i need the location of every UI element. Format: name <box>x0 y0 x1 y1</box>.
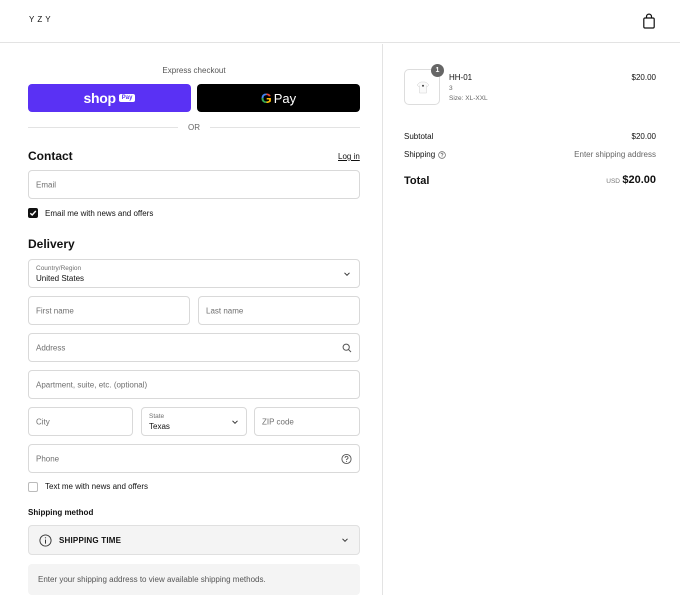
contact-heading: Contact <box>28 149 73 163</box>
total-label: Total <box>404 175 430 187</box>
subtotal-value: $20.00 <box>631 132 656 141</box>
apartment-placeholder: Apartment, suite, etc. (optional) <box>36 380 148 389</box>
chevron-down-icon <box>342 538 348 543</box>
shipping-label: Shipping <box>404 150 436 159</box>
search-icon[interactable] <box>342 343 352 353</box>
or-divider: OR <box>28 123 360 133</box>
state-label: State <box>149 413 165 420</box>
country-label: Country/Region <box>36 265 82 272</box>
shop-pay-badge: Pay <box>118 94 136 102</box>
delivery-heading: Delivery <box>28 237 75 251</box>
google-pay-wordmark: Pay <box>273 90 297 106</box>
help-icon[interactable] <box>438 151 446 159</box>
store-logo[interactable]: YZY <box>29 15 54 24</box>
last-name-field[interactable]: Last name <box>198 296 360 325</box>
sms-opt-in-label: Text me with news and offers <box>45 482 149 491</box>
first-name-placeholder: First name <box>36 306 74 315</box>
divider-line-right <box>210 127 360 128</box>
info-icon <box>39 534 52 547</box>
shipping-time-title: SHIPPING TIME <box>59 536 122 545</box>
email-opt-in-label: Email me with news and offers <box>45 209 154 218</box>
address-field[interactable]: Address <box>28 333 360 362</box>
subtotal-label: Subtotal <box>404 132 434 141</box>
quantity-badge: 1 <box>431 64 444 77</box>
chevron-down-icon <box>232 419 238 424</box>
apartment-field[interactable]: Apartment, suite, etc. (optional) <box>28 370 360 399</box>
google-g-icon: G <box>260 90 272 106</box>
express-checkout-label: Express checkout <box>162 66 226 75</box>
shipping-time-accordion[interactable]: SHIPPING TIME <box>28 525 360 555</box>
checkout-form-column: Express checkout shop Pay G Pay OR Conta… <box>0 44 382 595</box>
help-icon[interactable] <box>341 453 352 464</box>
first-name-field[interactable]: First name <box>28 296 190 325</box>
phone-placeholder: Phone <box>36 454 60 463</box>
item-variant: 3 <box>449 85 453 92</box>
total-value: $20.00 <box>622 174 656 186</box>
last-name-placeholder: Last name <box>206 306 244 315</box>
item-price: $20.00 <box>631 73 656 82</box>
currency-code: USD <box>606 178 620 185</box>
shopping-bag-icon[interactable] <box>642 13 656 29</box>
email-field[interactable]: Email <box>28 170 360 199</box>
shipping-methods-notice: Enter your shipping address to view avai… <box>28 564 360 595</box>
address-placeholder: Address <box>36 343 66 352</box>
zip-placeholder: ZIP code <box>262 417 294 426</box>
checkmark-icon <box>29 210 37 217</box>
shipping-notice-text: Enter your shipping address to view avai… <box>38 575 266 584</box>
shipping-method-heading: Shipping method <box>28 508 94 517</box>
country-select[interactable]: Country/Region United States <box>28 259 360 288</box>
zip-field[interactable]: ZIP code <box>254 407 360 436</box>
shop-pay-wordmark: shop <box>83 90 117 106</box>
shop-pay-button[interactable]: shop Pay <box>28 84 191 112</box>
city-field[interactable]: City <box>28 407 133 436</box>
state-select[interactable]: State Texas <box>141 407 247 436</box>
sms-opt-in-checkbox[interactable] <box>28 482 38 492</box>
item-name: HH-01 <box>449 73 473 82</box>
city-placeholder: City <box>36 417 50 426</box>
order-summary: 1 HH-01 3 Size: XL-XXL $20.00 Subtotal $… <box>382 44 680 595</box>
state-value: Texas <box>149 422 170 431</box>
email-placeholder: Email <box>36 180 57 189</box>
email-opt-in-checkbox[interactable] <box>28 208 38 218</box>
site-header: YZY <box>0 0 680 43</box>
item-size: Size: XL-XXL <box>449 95 488 102</box>
phone-field[interactable]: Phone <box>28 444 360 473</box>
country-value: United States <box>36 274 85 283</box>
google-pay-button[interactable]: G Pay <box>197 84 360 112</box>
login-link[interactable]: Log in <box>338 152 360 161</box>
shipping-value: Enter shipping address <box>574 150 656 159</box>
chevron-down-icon <box>344 271 350 276</box>
